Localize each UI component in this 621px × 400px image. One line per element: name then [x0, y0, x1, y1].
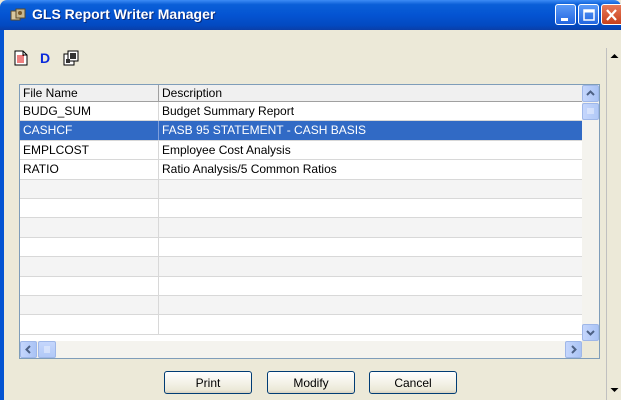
- empty-row[interactable]: [20, 315, 582, 335]
- title-bar[interactable]: GLS Report Writer Manager: [0, 0, 621, 30]
- report-list-grid[interactable]: File Name Description BUDG_SUM Budget Su…: [19, 84, 600, 359]
- empty-cell: [20, 257, 159, 276]
- close-button[interactable]: [601, 4, 621, 25]
- scroll-down-button[interactable]: [582, 324, 599, 341]
- empty-row[interactable]: [20, 179, 582, 199]
- table-row[interactable]: BUDG_SUM Budget Summary Report: [20, 102, 582, 122]
- chevron-down-icon: [586, 330, 595, 336]
- maximize-icon: [583, 9, 595, 21]
- cell-description: FASB 95 STATEMENT - CASH BASIS: [162, 123, 367, 138]
- grip-icon: [44, 346, 50, 353]
- empty-cell: [20, 218, 159, 237]
- document-icon: [14, 50, 28, 66]
- cell-description: Employee Cost Analysis: [162, 142, 291, 157]
- empty-row[interactable]: [20, 295, 582, 316]
- window-title: GLS Report Writer Manager: [32, 6, 216, 22]
- scroll-right-button[interactable]: [565, 341, 582, 358]
- cell-file-name: EMPLCOST: [20, 140, 159, 160]
- minimize-button[interactable]: [555, 4, 576, 25]
- toolbar: D: [4, 30, 621, 82]
- cell-file-name: RATIO: [20, 160, 159, 179]
- scroll-up-button[interactable]: [582, 85, 599, 102]
- empty-cell: [159, 180, 582, 198]
- empty-row[interactable]: [20, 218, 582, 238]
- table-row[interactable]: RATIO Ratio Analysis/5 Common Ratios: [20, 160, 582, 180]
- maximize-button[interactable]: [578, 4, 599, 25]
- letter-d-icon: D: [39, 50, 51, 66]
- cell-description: Ratio Analysis/5 Common Ratios: [162, 162, 337, 177]
- grid-rows: BUDG_SUM Budget Summary Report CASHCF FA…: [20, 102, 582, 335]
- scroll-left-button[interactable]: [20, 341, 37, 358]
- vertical-scroll-thumb[interactable]: [582, 103, 599, 120]
- empty-cell: [159, 238, 582, 256]
- empty-row[interactable]: [20, 257, 582, 277]
- empty-cell: [159, 199, 582, 217]
- cell-description: Budget Summary Report: [162, 104, 295, 118]
- table-row-selected[interactable]: CASHCF FASB 95 STATEMENT - CASH BASIS: [20, 121, 582, 141]
- modify-button[interactable]: Modify: [267, 371, 355, 394]
- close-icon: [606, 9, 617, 21]
- grip-icon: [587, 108, 594, 114]
- app-icon: [10, 8, 26, 21]
- grid-header: File Name Description: [20, 85, 582, 102]
- column-header-description[interactable]: Description: [159, 85, 582, 102]
- empty-cell: [159, 257, 582, 275]
- arrow-up-icon[interactable]: [607, 48, 621, 64]
- empty-cell: [159, 315, 582, 333]
- cell-file-name: CASHCF: [20, 121, 159, 140]
- empty-cell: [20, 237, 159, 257]
- minimize-icon: [561, 18, 568, 21]
- letter-d-tool[interactable]: D: [34, 47, 56, 69]
- empty-cell: [20, 198, 159, 218]
- chevron-up-icon: [586, 90, 595, 96]
- empty-cell: [20, 179, 159, 198]
- cancel-button[interactable]: Cancel: [369, 371, 457, 394]
- window-vertical-scrollbar[interactable]: [606, 48, 621, 400]
- empty-cell: [159, 296, 582, 314]
- cell-file-name: BUDG_SUM: [20, 102, 159, 121]
- empty-cell: [159, 277, 582, 295]
- empty-cell: [20, 295, 159, 315]
- arrow-down-icon[interactable]: [607, 382, 621, 398]
- grid-vertical-scrollbar[interactable]: [582, 85, 599, 341]
- empty-row[interactable]: [20, 276, 582, 296]
- empty-cell: [20, 315, 159, 334]
- empty-row[interactable]: [20, 237, 582, 258]
- chevron-left-icon: [25, 345, 31, 354]
- empty-cell: [159, 218, 582, 236]
- new-report-tool[interactable]: [10, 47, 32, 69]
- copy-icon: [63, 50, 79, 66]
- scrollbar-corner: [582, 341, 599, 358]
- grid-horizontal-scrollbar[interactable]: [20, 341, 582, 358]
- window-frame-left: [0, 30, 4, 400]
- print-button[interactable]: Print: [164, 371, 252, 394]
- empty-cell: [20, 276, 159, 295]
- empty-row[interactable]: [20, 198, 582, 219]
- copy-tool[interactable]: [60, 47, 82, 69]
- report-writer-window: GLS Report Writer Manager D File Name De…: [0, 0, 621, 400]
- table-row[interactable]: EMPLCOST Employee Cost Analysis: [20, 140, 582, 161]
- horizontal-scroll-thumb[interactable]: [38, 341, 56, 358]
- chevron-right-icon: [571, 345, 577, 354]
- column-header-file-name[interactable]: File Name: [20, 85, 159, 102]
